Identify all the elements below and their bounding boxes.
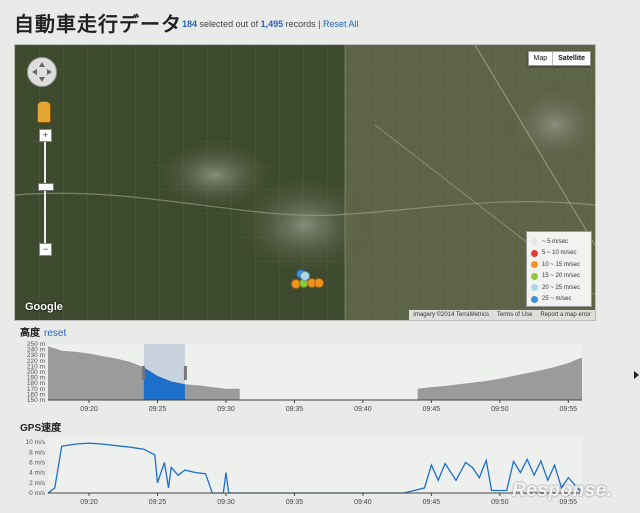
page-title: 自動車走行データ: [14, 14, 182, 36]
legend-label: 5 ~ 10 m/sec: [542, 250, 577, 257]
legend-label: ~ 5 m/sec: [542, 238, 569, 245]
speed-plot-area: [48, 437, 582, 493]
satellite-type-button[interactable]: Satellite: [552, 52, 590, 65]
map-type-control: Map Satellite: [527, 51, 591, 66]
altitude-x-tick: 09:20: [80, 406, 98, 413]
altitude-y-tick: 150 m: [27, 397, 45, 404]
terms-link[interactable]: Terms of Use: [493, 310, 536, 320]
speed-y-tick: 10 m/s: [25, 439, 45, 446]
legend-label: 25 ~ m/sec: [542, 296, 572, 303]
reset-all-link[interactable]: Reset All: [323, 19, 359, 29]
speed-y-tick: 4 m/s: [29, 470, 46, 477]
mouse-cursor-icon: [634, 371, 639, 379]
speed-x-tick: 09:50: [491, 499, 509, 506]
zoom-slider-handle[interactable]: [38, 183, 54, 191]
legend-item: 25 ~ m/sec: [531, 294, 587, 306]
google-logo: Google: [25, 301, 63, 313]
zoom-out-button[interactable]: −: [39, 243, 52, 256]
altitude-x-tick: 09:45: [423, 406, 441, 413]
route-marker[interactable]: [300, 271, 310, 281]
speed-x-tick: 09:35: [286, 499, 304, 506]
record-summary: 184 selected out of 1,495 records | Rese…: [182, 19, 359, 29]
altitude-x-tick: 09:55: [560, 406, 578, 413]
street-view-pegman-icon[interactable]: [37, 101, 51, 123]
altitude-chart[interactable]: 250 m240 m230 m220 m210 m200 m190 m180 m…: [0, 338, 600, 414]
legend-dot-icon: [531, 284, 538, 292]
legend-item: 10 ~ 15 m/sec: [531, 259, 587, 271]
imagery-credit: Imagery ©2014 TerraMetrics: [413, 312, 489, 318]
legend-item: 15 ~ 20 m/sec: [531, 271, 587, 283]
legend-item: 5 ~ 10 m/sec: [531, 248, 587, 260]
altitude-x-tick: 09:25: [149, 406, 167, 413]
response-watermark: Response.: [512, 480, 613, 501]
legend-dot-icon: [531, 272, 538, 280]
legend-dot-icon: [531, 295, 538, 303]
speed-y-tick: 2 m/s: [29, 480, 46, 487]
speed-chart[interactable]: 10 m/s 8 m/s 6 m/s 4 m/s 2 m/s 0 m/s 09:20 09:2…: [0, 433, 600, 509]
speed-y-tick: 0 m/s: [29, 490, 46, 497]
zoom-slider-track[interactable]: [44, 137, 46, 249]
speed-y-tick: 6 m/s: [29, 459, 46, 466]
speed-y-tick: 8 m/s: [29, 449, 46, 456]
altitude-x-tick: 09:40: [354, 406, 372, 413]
report-error-link[interactable]: Report a map error: [536, 310, 595, 320]
map-attribution: Imagery ©2014 TerraMetrics Terms of Use …: [409, 310, 595, 320]
speed-x-tick: 09:25: [149, 499, 167, 506]
speed-x-tick: 09:45: [423, 499, 441, 506]
brush-handle-right[interactable]: [183, 366, 187, 380]
altitude-title: 高度 reset: [20, 324, 66, 339]
summary-text: selected out of: [199, 19, 259, 29]
legend-dot-icon: [531, 238, 538, 246]
speed-x-tick: 09:20: [80, 499, 98, 506]
page-header: 自動車走行データ 184 selected out of 1,495 recor…: [14, 8, 614, 36]
pan-arrows-icon: [32, 62, 52, 82]
records-text: records |: [285, 19, 321, 29]
legend-label: 10 ~ 15 m/sec: [542, 261, 580, 268]
total-count: 1,495: [260, 19, 284, 29]
speed-x-tick: 09:30: [217, 499, 235, 506]
speed-title: GPS速度: [20, 423, 62, 434]
zoom-in-button[interactable]: +: [39, 129, 52, 142]
route-marker[interactable]: [314, 278, 324, 288]
legend-dot-icon: [531, 249, 538, 257]
brush-handle-left[interactable]: [141, 366, 145, 380]
legend-item: ~ 5 m/sec: [531, 236, 587, 248]
legend-label: 15 ~ 20 m/sec: [542, 273, 580, 280]
speed-legend: ~ 5 m/sec 5 ~ 10 m/sec 10 ~ 15 m/sec 15 ~ 2…: [526, 231, 592, 307]
legend-item: 20 ~ 25 m/sec: [531, 282, 587, 294]
speed-x-tick: 09:40: [354, 499, 372, 506]
legend-label: 20 ~ 25 m/sec: [542, 284, 580, 291]
pan-control[interactable]: [27, 57, 57, 87]
legend-dot-icon: [531, 261, 538, 269]
altitude-x-tick: 09:35: [286, 406, 304, 413]
altitude-x-tick: 09:30: [217, 406, 235, 413]
map-type-button[interactable]: Map: [529, 52, 553, 65]
map-view[interactable]: Map Satellite + − Google ~ 5 m/sec 5 ~ 10…: [14, 44, 596, 321]
selected-count: 184: [182, 19, 198, 29]
altitude-x-tick: 09:50: [491, 406, 509, 413]
